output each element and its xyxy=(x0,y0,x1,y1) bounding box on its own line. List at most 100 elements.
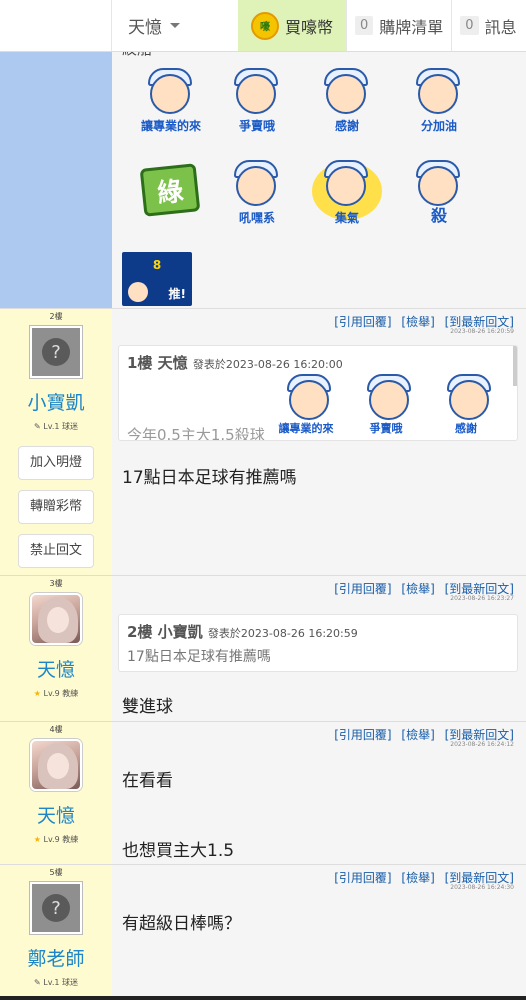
sticker[interactable]: 集氣 xyxy=(308,158,386,228)
latest-reply-link[interactable]: [到最新回文] xyxy=(445,315,514,329)
post-content: 雙進球 xyxy=(122,697,173,717)
user-menu-label: 天憶 xyxy=(128,18,162,38)
sticker[interactable]: 分加油 xyxy=(400,66,478,136)
sticker-caption: 感謝 xyxy=(455,422,477,435)
face-icon xyxy=(236,166,276,206)
mascot-icon xyxy=(128,282,148,302)
default-avatar[interactable]: ? xyxy=(30,326,82,378)
sticker-caption: 綠 xyxy=(155,176,185,209)
username[interactable]: 天憶 xyxy=(0,655,112,682)
post-3-sidebar: 3樓 天憶 ★ Lv.9 教練 xyxy=(0,576,112,721)
quote-box[interactable]: 1樓 天憶 發表於2023-08-26 16:20:00 今年0.5主大1.5殺… xyxy=(118,345,518,441)
quote-scrollbar[interactable] xyxy=(513,346,517,386)
sticker[interactable]: 吼嘿系 xyxy=(218,158,296,228)
post-2: 2樓 ? 小寶凱 ✎ Lv.1 球迷 加入明燈 轉贈彩幣 禁止回文 [引用回覆]… xyxy=(0,309,526,576)
top-bar-spacer xyxy=(0,0,112,51)
bottom-edge xyxy=(0,996,526,1000)
face-icon xyxy=(326,74,366,114)
quote-box[interactable]: 2樓 小寶凱 發表於2023-08-26 16:20:59 17點日本足球有推薦… xyxy=(118,614,518,672)
report-link[interactable]: [檢舉] xyxy=(401,871,434,885)
gift-coin-button[interactable]: 轉贈彩幣 xyxy=(18,490,94,524)
post-2-body: [引用回覆] [檢舉] [到最新回文] 2023-08-26 16:20:59 … xyxy=(112,309,526,575)
quote-reply-link[interactable]: [引用回覆] xyxy=(334,871,391,885)
report-link[interactable]: [檢舉] xyxy=(401,728,434,742)
user-level: ✎ Lv.1 球迷 xyxy=(34,422,78,431)
sticker-caption: 殺 xyxy=(430,206,447,225)
post-2-sidebar: 2樓 ? 小寶凱 ✎ Lv.1 球迷 加入明燈 轉贈彩幣 禁止回文 xyxy=(0,309,112,575)
push-count: 8 xyxy=(152,258,162,272)
user-avatar[interactable] xyxy=(30,739,82,791)
face-icon xyxy=(369,380,409,420)
nav-purchase-list[interactable]: 0 購牌清單 xyxy=(346,0,451,51)
sticker: 感謝 xyxy=(431,372,501,438)
quote-time: 發表於2023-08-26 16:20:00 xyxy=(192,358,343,371)
sticker-caption: 吼嘿系 xyxy=(238,211,275,225)
quote-reply-link[interactable]: [引用回覆] xyxy=(334,582,391,596)
quote-time: 發表於2023-08-26 16:20:59 xyxy=(207,627,358,640)
star-icon: ★ xyxy=(33,689,41,698)
post-5-body: [引用回覆] [檢舉] [到最新回文] 2023-08-26 16:24:30 … xyxy=(112,865,526,1000)
latest-reply-link[interactable]: [到最新回文] xyxy=(445,871,514,885)
latest-reply-link[interactable]: [到最新回文] xyxy=(445,582,514,596)
face-icon xyxy=(418,74,458,114)
sticker-caption: 分加油 xyxy=(420,119,457,133)
username[interactable]: 天憶 xyxy=(0,801,112,828)
post-4: 4樓 天憶 ★ Lv.9 教練 [引用回覆] [檢舉] [到最新回文] 2023… xyxy=(0,722,526,865)
sticker: 讓專業的來 xyxy=(271,372,341,438)
username[interactable]: 小寶凱 xyxy=(0,388,112,415)
buy-coin-label: 買嚎幣 xyxy=(284,17,333,37)
svg-text:?: ? xyxy=(51,898,61,919)
latest-reply-link[interactable]: [到最新回文] xyxy=(445,728,514,742)
avatar-face xyxy=(47,753,69,779)
quote-partial-text: 今年0.5主大1.5殺球 xyxy=(127,426,265,441)
purchase-list-count: 0 xyxy=(355,16,374,35)
post-4-body: [引用回覆] [檢舉] [到最新回文] 2023-08-26 16:24:12 … xyxy=(112,722,526,864)
sticker-caption: 讓專業的來 xyxy=(278,422,334,435)
nav-messages[interactable]: 0 訊息 xyxy=(451,0,524,51)
sticker[interactable]: 感謝 xyxy=(308,66,386,136)
post-timestamp: 2023-08-26 16:20:59 xyxy=(450,328,514,335)
sticker[interactable]: 讓專業的來 xyxy=(132,66,210,136)
sticker: 爭賣哦 xyxy=(351,372,421,438)
push-button[interactable]: 8 推! xyxy=(122,252,192,306)
face-icon xyxy=(236,74,276,114)
top-bar: 天憶 嚎 買嚎幣 0 購牌清單 0 訊息 xyxy=(0,0,526,52)
post-5-sidebar: 5樓 ? 鄭老師 ✎ Lv.1 球迷 xyxy=(0,865,112,1000)
sticker[interactable]: 殺 xyxy=(400,158,478,228)
sticker-caption: 爭賣哦 xyxy=(238,119,275,133)
sticker[interactable]: 綠 xyxy=(132,158,210,228)
face-icon xyxy=(150,74,190,114)
question-icon: ? xyxy=(42,338,70,366)
level-text: Lv.1 球迷 xyxy=(43,422,78,431)
post-timestamp: 2023-08-26 16:24:12 xyxy=(450,741,514,748)
star-icon: ★ xyxy=(33,835,41,844)
user-level: ✎ Lv.1 球迷 xyxy=(34,978,78,987)
post-content: 有超級日棒嗎？ xyxy=(122,914,241,934)
floor-number: 5樓 xyxy=(49,868,63,877)
user-menu[interactable]: 天憶 xyxy=(112,0,238,51)
report-link[interactable]: [檢舉] xyxy=(401,315,434,329)
svg-text:?: ? xyxy=(51,342,61,363)
level-text: Lv.9 教練 xyxy=(43,689,79,698)
quote-reply-link[interactable]: [引用回覆] xyxy=(334,315,391,329)
push-label: 推! xyxy=(168,287,186,301)
username[interactable]: 鄭老師 xyxy=(0,944,112,971)
post-3-body: [引用回覆] [檢舉] [到最新回文] 2023-08-26 16:23:27 … xyxy=(112,576,526,721)
sticker-caption: 集氣 xyxy=(334,211,359,225)
add-beacon-button[interactable]: 加入明燈 xyxy=(18,446,94,480)
post-content: 17點日本足球有推薦嗎 xyxy=(122,468,297,488)
messages-label: 訊息 xyxy=(484,17,517,37)
floor-number: 4樓 xyxy=(49,725,63,734)
quote-header: 2樓 小寶凱 發表於2023-08-26 16:20:59 xyxy=(127,621,509,642)
quote-author: 1樓 天憶 xyxy=(127,354,188,372)
sticker[interactable]: 爭賣哦 xyxy=(218,66,296,136)
user-avatar[interactable] xyxy=(30,593,82,645)
face-icon xyxy=(418,166,458,206)
level-text: Lv.1 球迷 xyxy=(43,978,78,987)
ban-reply-button[interactable]: 禁止回文 xyxy=(18,534,94,568)
buy-coin-button[interactable]: 嚎 買嚎幣 xyxy=(238,0,346,51)
user-level: ★ Lv.9 教練 xyxy=(0,834,112,845)
report-link[interactable]: [檢舉] xyxy=(401,582,434,596)
quote-reply-link[interactable]: [引用回覆] xyxy=(334,728,391,742)
default-avatar[interactable]: ? xyxy=(30,882,82,934)
